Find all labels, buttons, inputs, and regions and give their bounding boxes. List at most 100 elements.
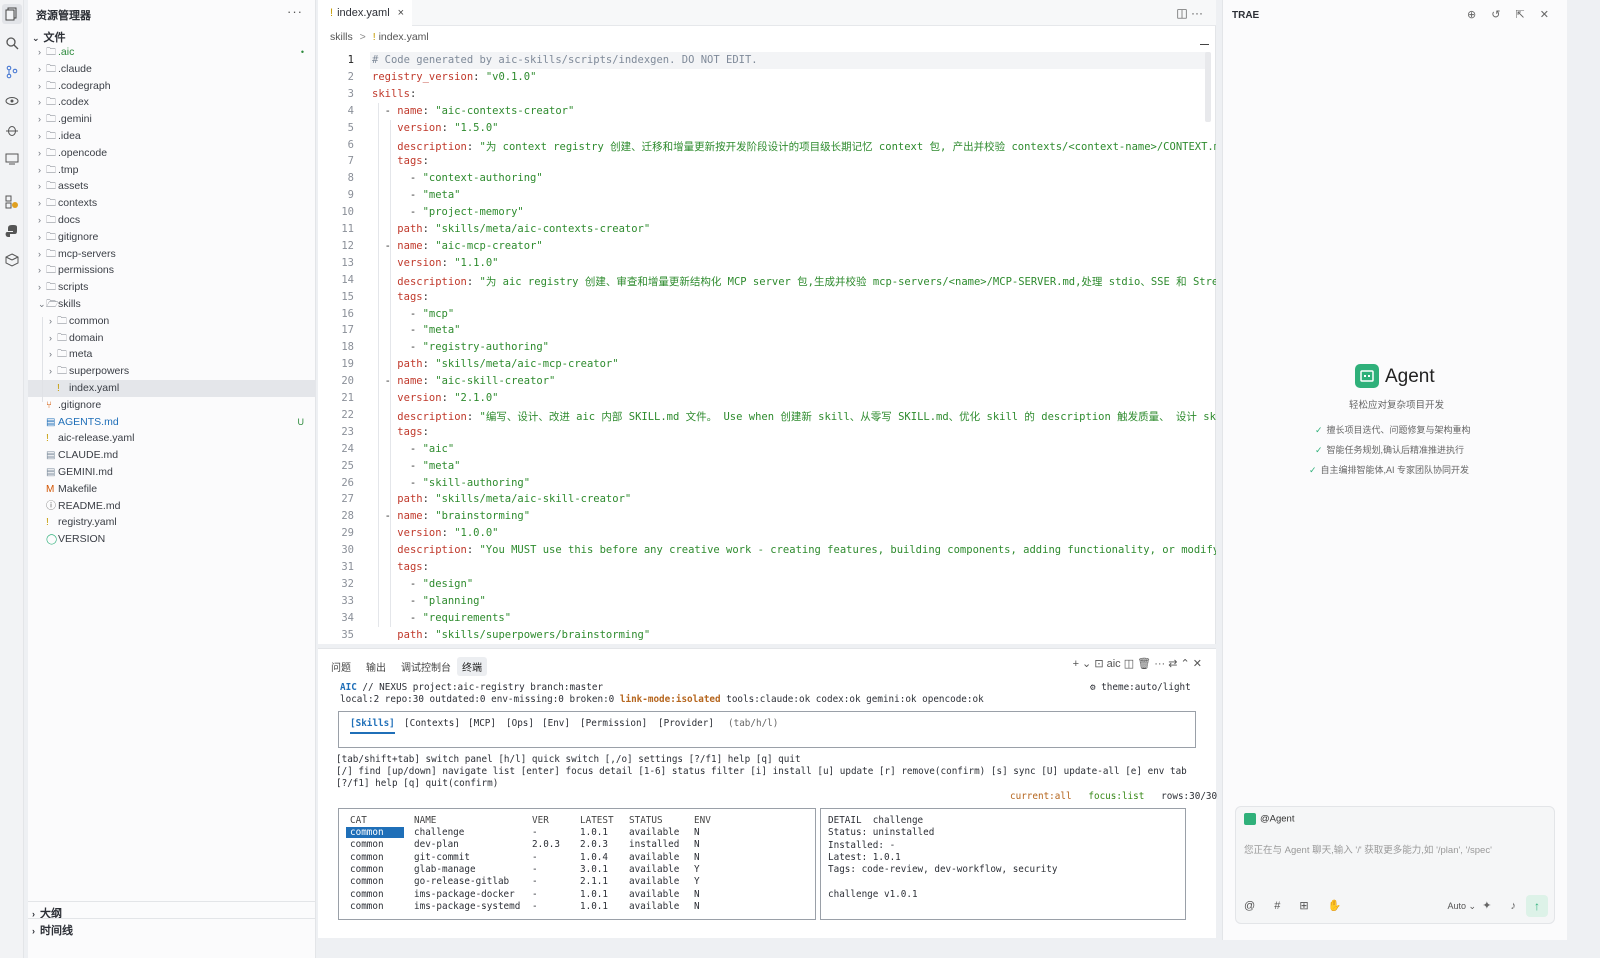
tree-item[interactable]: › 🗀 meta — [28, 346, 316, 363]
timeline-section-header[interactable]: › 时间线 — [32, 922, 73, 938]
package-icon[interactable] — [2, 250, 22, 270]
source-control-icon[interactable] — [2, 62, 22, 82]
tree-item[interactable]: ⌄ 🗁 skills — [28, 296, 316, 313]
remote-icon[interactable] — [2, 149, 22, 169]
table-cell[interactable]: available — [629, 876, 679, 887]
tree-item[interactable]: › 🗀 .aic • — [28, 44, 316, 61]
code-line[interactable]: - "requirements" — [372, 612, 511, 624]
tree-item[interactable]: › 🗀 permissions — [28, 262, 316, 279]
tree-item[interactable]: ▤ CLAUDE.md — [28, 447, 316, 464]
tree-item[interactable]: › 🗀 common — [28, 313, 316, 330]
code-line[interactable]: description: "编写、设计、改进 aic 内部 SKILL.md 文… — [372, 409, 1216, 424]
table-cell[interactable]: - — [532, 864, 538, 875]
chevron-right-icon[interactable]: › — [38, 44, 41, 61]
table-cell[interactable]: ims-package-systemd — [414, 901, 520, 912]
table-cell[interactable]: Y — [694, 876, 700, 887]
terminal-nav-tab[interactable]: [Skills] — [350, 718, 395, 734]
table-cell[interactable]: 3.0.1 — [580, 864, 608, 875]
table-cell[interactable]: available — [629, 852, 679, 863]
table-cell[interactable]: N — [694, 901, 700, 912]
tree-item[interactable]: › 🗀 gitignore — [28, 229, 316, 246]
chevron-right-icon[interactable]: › — [38, 145, 41, 162]
editor-scrollbar[interactable] — [1205, 52, 1211, 122]
chevron-right-icon[interactable]: › — [38, 195, 41, 212]
chevron-right-icon[interactable]: › — [38, 94, 41, 111]
chevron-right-icon[interactable]: › — [38, 178, 41, 195]
tree-item[interactable]: M Makefile — [28, 481, 316, 498]
table-cell[interactable]: N — [694, 852, 700, 863]
code-line[interactable]: - name: "aic-mcp-creator" — [372, 240, 543, 252]
terminal-nav-tab[interactable]: [Ops] — [506, 718, 534, 729]
code-line[interactable]: - "context-authoring" — [372, 172, 543, 184]
model-select[interactable]: Auto ⌄ — [1447, 901, 1476, 912]
chevron-right-icon[interactable]: › — [38, 128, 41, 145]
chevron-right-icon[interactable]: › — [38, 279, 41, 296]
chevron-right-icon[interactable]: › — [38, 212, 41, 229]
tree-item[interactable]: › 🗀 .codex — [28, 94, 316, 111]
code-line[interactable]: - "skill-authoring" — [372, 477, 530, 489]
code-line[interactable]: - "aic" — [372, 443, 454, 455]
chevron-right-icon[interactable]: › — [49, 363, 52, 380]
chevron-right-icon[interactable]: › — [38, 111, 41, 128]
table-cell[interactable]: glab-manage — [414, 864, 476, 875]
table-cell[interactable]: dev-plan — [414, 839, 459, 850]
chevron-right-icon[interactable]: › — [49, 330, 52, 347]
chevron-right-icon[interactable]: › — [49, 346, 52, 363]
tree-item[interactable]: › 🗀 .opencode — [28, 145, 316, 162]
breadcrumb-file[interactable]: index.yaml — [379, 31, 429, 43]
code-line[interactable]: - name: "brainstorming" — [372, 510, 530, 522]
python-icon[interactable] — [2, 221, 22, 241]
tree-item[interactable]: › 🗀 .claude — [28, 61, 316, 78]
terminal-nav-tab[interactable]: [MCP] — [468, 718, 496, 729]
code-line[interactable]: description: "You MUST use this before a… — [372, 544, 1216, 556]
code-line[interactable]: tags: — [372, 426, 429, 438]
table-cell[interactable]: available — [629, 827, 679, 838]
table-cell[interactable]: common — [350, 852, 384, 863]
code-line[interactable]: path: "skills/superpowers/brainstorming" — [372, 629, 650, 640]
terminal-nav-tab[interactable]: [Contexts] — [404, 718, 460, 729]
table-cell[interactable]: N — [694, 839, 700, 850]
agent-chip[interactable]: @Agent — [1244, 813, 1294, 825]
code-line[interactable]: description: "为 context registry 创建、迁移和增… — [372, 139, 1216, 154]
trae-toolbar[interactable]: ⊕ ↺ ⇱ ✕ — [1467, 8, 1555, 21]
code-line[interactable]: - "mcp" — [372, 308, 454, 320]
table-cell[interactable]: - — [532, 876, 538, 887]
tree-item[interactable]: › 🗀 .gemini — [28, 111, 316, 128]
code-line[interactable]: - "project-memory" — [372, 206, 524, 218]
files-section-header[interactable]: ⌄ 文件 — [32, 29, 66, 45]
table-cell[interactable]: 1.0.1 — [580, 901, 608, 912]
send-button[interactable]: ↑ — [1526, 895, 1548, 917]
split-editor-icon[interactable]: ◫ ··· — [1176, 6, 1203, 20]
table-cell[interactable]: N — [694, 827, 700, 838]
eye-icon[interactable] — [2, 91, 22, 111]
table-cell[interactable]: 2.1.1 — [580, 876, 608, 887]
table-cell[interactable]: common — [350, 901, 384, 912]
table-cell[interactable]: - — [532, 901, 538, 912]
editor-tab-index-yaml[interactable]: ! index.yaml × — [318, 0, 412, 26]
code-line[interactable]: - "meta" — [372, 324, 461, 336]
debug-icon[interactable] — [2, 120, 22, 140]
tree-item[interactable]: ⑂ .gitignore — [28, 397, 316, 414]
table-cell[interactable]: N — [694, 889, 700, 900]
table-cell[interactable]: Y — [694, 864, 700, 875]
code-line[interactable]: skills: — [372, 88, 416, 100]
code-line[interactable]: - "meta" — [372, 460, 461, 472]
table-cell[interactable]: 1.0.4 — [580, 852, 608, 863]
panel-tab[interactable]: 调试控制台 — [396, 657, 456, 676]
tree-item[interactable]: › 🗀 .codegraph — [28, 78, 316, 95]
extensions-icon[interactable] — [2, 192, 22, 212]
code-line[interactable]: - "design" — [372, 578, 473, 590]
breadcrumb-skills[interactable]: skills — [330, 31, 353, 43]
code-line[interactable]: path: "skills/meta/aic-skill-creator" — [372, 493, 631, 505]
table-cell[interactable]: common — [350, 876, 384, 887]
code-line[interactable]: tags: — [372, 291, 429, 303]
table-cell[interactable]: available — [629, 864, 679, 875]
chevron-right-icon[interactable]: › — [38, 262, 41, 279]
table-cell[interactable]: 2.0.3 — [580, 839, 608, 850]
table-cell[interactable]: common — [350, 839, 384, 850]
chevron-right-icon[interactable]: › — [49, 313, 52, 330]
code-line[interactable]: - name: "aic-skill-creator" — [372, 375, 556, 387]
tree-item[interactable]: › 🗀 superpowers — [28, 363, 316, 380]
chat-placeholder[interactable]: 您正在与 Agent 聊天,输入 '/' 获取更多能力,如 '/plan', '… — [1244, 842, 1492, 856]
close-tab-icon[interactable]: × — [398, 0, 404, 26]
